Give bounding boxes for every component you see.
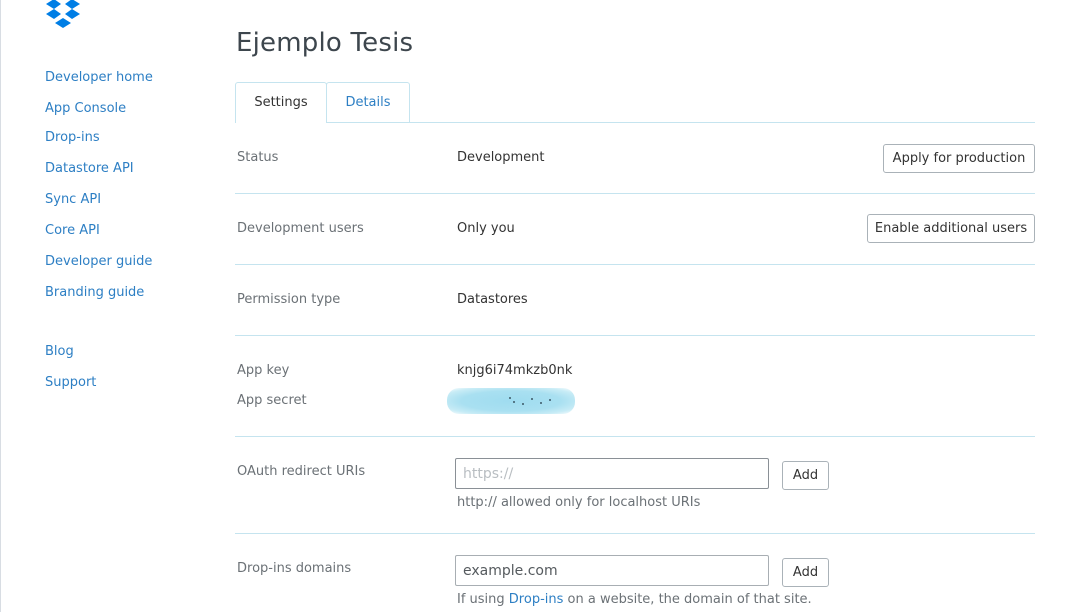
dropbox-logo-icon[interactable] [44,0,82,34]
add-dropins-domain-button[interactable]: Add [782,558,829,587]
left-border [0,0,1,612]
dropins-help-suffix: on a website, the domain of that site. [563,592,812,607]
divider [235,264,1035,265]
sidebar-item-branding-guide[interactable]: Branding guide [45,285,144,300]
permission-type-label: Permission type [237,292,341,307]
tab-settings[interactable]: Settings [235,82,327,123]
permission-type-value: Datastores [457,292,528,307]
dropins-domains-label: Drop-ins domains [237,561,352,576]
sidebar-item-drop-ins[interactable]: Drop-ins [45,130,100,145]
oauth-help-text: http:// allowed only for localhost URIs [457,495,701,510]
page-title: Ejemplo Tesis [236,28,414,58]
apply-for-production-button[interactable]: Apply for production [883,144,1035,173]
dev-users-label: Development users [237,221,364,236]
add-oauth-uri-button[interactable]: Add [782,461,829,490]
sidebar-item-sync-api[interactable]: Sync API [45,192,101,207]
sidebar-item-developer-home[interactable]: Developer home [45,70,153,85]
sidebar-item-datastore-api[interactable]: Datastore API [45,161,134,176]
app-key-label: App key [237,363,290,378]
app-key-value: knjg6i74mkzb0nk [457,363,573,378]
sidebar-item-blog[interactable]: Blog [45,344,74,359]
tab-details[interactable]: Details [326,82,410,122]
status-value: Development [457,150,545,165]
sidebar-item-app-console[interactable]: App Console [45,101,126,116]
sidebar-item-core-api[interactable]: Core API [45,223,100,238]
enable-additional-users-button[interactable]: Enable additional users [867,214,1035,243]
tab-underline [235,122,1035,123]
dev-users-value: Only you [457,221,515,236]
dropins-help-prefix: If using [457,592,509,607]
sidebar-item-support[interactable]: Support [45,375,96,390]
app-secret-redacted [447,388,575,414]
divider [235,533,1035,534]
dropins-domain-input[interactable] [455,555,769,586]
dropins-help-link[interactable]: Drop-ins [509,592,564,607]
status-label: Status [237,150,279,165]
divider [235,193,1035,194]
dropins-help-text: If using Drop-ins on a website, the doma… [457,592,812,607]
oauth-redirect-input[interactable] [455,458,769,489]
oauth-redirect-label: OAuth redirect URIs [237,464,366,479]
divider [235,335,1035,336]
sidebar-item-developer-guide[interactable]: Developer guide [45,254,152,269]
app-secret-label: App secret [237,393,307,408]
divider [235,436,1035,437]
